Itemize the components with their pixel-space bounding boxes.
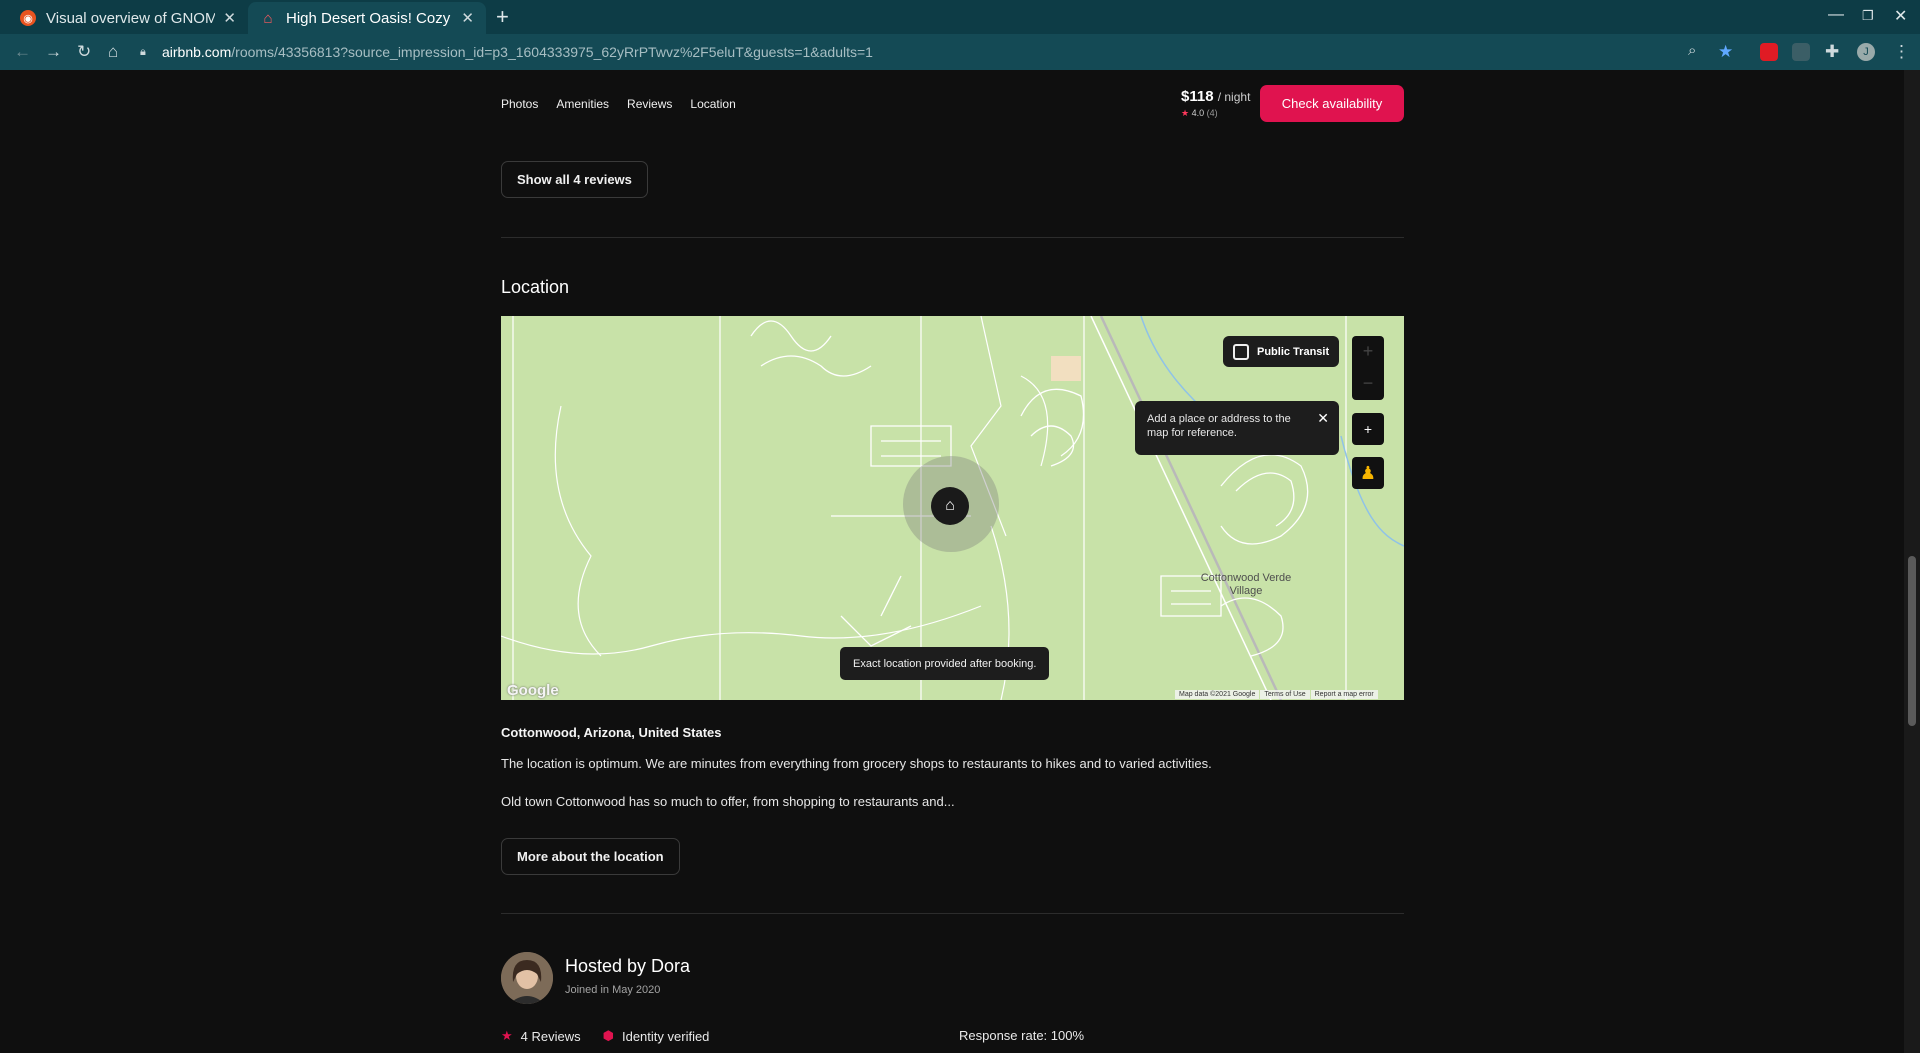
sticky-subnav: Photos Amenities Reviews Location $118 /… — [501, 70, 1404, 136]
transit-checkbox[interactable] — [1233, 343, 1249, 360]
subnav-location[interactable]: Location — [690, 97, 735, 111]
window-close-icon[interactable]: ✕ — [1894, 6, 1907, 26]
extension-icon[interactable] — [1760, 43, 1778, 61]
profile-avatar[interactable]: J — [1857, 43, 1875, 61]
rating-value: 4.0 — [1191, 108, 1205, 118]
url-host: airbnb.com — [162, 44, 232, 60]
zoom-icon[interactable]: ⌕ — [1688, 42, 1696, 59]
tab-bar: ◉ Visual overview of GNOM ✕ ⌂ High Deser… — [0, 0, 1920, 34]
map-data-credit: Map data ©2021 Google — [1175, 690, 1260, 699]
new-tab-icon[interactable]: + — [496, 4, 509, 30]
subnav-reviews[interactable]: Reviews — [627, 97, 672, 111]
subnav-amenities[interactable]: Amenities — [556, 97, 609, 111]
location-heading: Location — [501, 277, 570, 297]
host-reviews: 4 Reviews — [520, 1028, 581, 1044]
tab-title: High Desert Oasis! Cozy h — [286, 9, 454, 27]
per-night-label: / night — [1217, 90, 1251, 104]
avatar-image — [501, 952, 553, 1004]
public-transit-toggle[interactable]: Public Transit — [1223, 336, 1340, 367]
zoom-in-icon[interactable]: + — [1352, 336, 1384, 368]
tab-airbnb-listing[interactable]: ⌂ High Desert Oasis! Cozy h ✕ — [248, 2, 486, 34]
minimize-icon[interactable]: — — [1828, 6, 1844, 24]
scrollbar-thumb[interactable] — [1908, 556, 1916, 726]
address-bar[interactable]: 🔒︎ airbnb.com/rooms/43356813?source_impr… — [140, 38, 1720, 66]
add-place-button[interactable]: + — [1352, 413, 1384, 445]
host-name: Hosted by Dora — [565, 956, 691, 976]
menu-icon[interactable]: ⋮ — [1893, 42, 1910, 62]
check-availability-button[interactable]: Check availability — [1260, 85, 1404, 122]
tooltip-text: Add a place or address to the map for re… — [1147, 413, 1291, 439]
close-tab-icon[interactable]: ✕ — [223, 9, 236, 27]
url-path: /rooms/43356813?source_impression_id=p3_… — [231, 44, 873, 60]
google-logo: Google — [507, 682, 559, 699]
report-map-error-link[interactable]: Report a map error — [1310, 690, 1378, 699]
host-avatar[interactable] — [501, 952, 553, 1004]
tab-title: Visual overview of GNOM — [46, 9, 216, 27]
page-scrollbar[interactable] — [1904, 70, 1920, 1053]
location-description-more: Old town Cottonwood has so much to offer… — [501, 794, 955, 809]
close-icon[interactable]: ✕ — [1317, 411, 1329, 425]
home-icon[interactable]: ⌂ — [108, 42, 118, 62]
more-about-location-button[interactable]: More about the location — [501, 838, 680, 875]
back-icon[interactable]: ← — [14, 42, 31, 62]
host-stats: ★ 4 Reviews ⬢ Identity verified — [501, 1028, 709, 1044]
extension-icon[interactable] — [1792, 43, 1810, 61]
divider — [501, 237, 1404, 238]
divider — [501, 913, 1404, 914]
home-marker-icon[interactable]: ⌂ — [931, 487, 969, 525]
zoom-out-icon[interactable]: − — [1352, 368, 1384, 400]
tab-gnome-overview[interactable]: ◉ Visual overview of GNOM ✕ — [8, 2, 248, 34]
response-rate: Response rate: 100% — [959, 1028, 1085, 1043]
reload-icon[interactable]: ↻ — [77, 42, 91, 62]
airbnb-icon: ⌂ — [263, 9, 273, 27]
host-joined: Joined in May 2020 — [565, 984, 661, 996]
location-map[interactable]: Public Transit + − Add a place or addres… — [501, 316, 1404, 700]
map-footer: Map data ©2021 Google Terms of Use Repor… — [1175, 690, 1378, 699]
price-value: $118 — [1181, 88, 1214, 105]
add-place-tooltip: Add a place or address to the map for re… — [1135, 401, 1339, 455]
maximize-icon[interactable]: ❐ — [1862, 8, 1874, 24]
transit-label: Public Transit — [1257, 345, 1330, 358]
ubuntu-icon: ◉ — [20, 10, 36, 26]
extensions-puzzle-icon[interactable]: ✚ — [1825, 42, 1839, 62]
rating-count: (4) — [1206, 108, 1218, 118]
place-label: Cottonwood Verde Village — [1200, 572, 1292, 597]
show-all-reviews-button[interactable]: Show all 4 reviews — [501, 161, 648, 198]
bookmark-star-icon[interactable]: ★ — [1718, 42, 1733, 62]
lock-icon: 🔒︎ — [140, 46, 146, 58]
page-content: Photos Amenities Reviews Location $118 /… — [0, 70, 1904, 1053]
location-description: The location is optimum. We are minutes … — [501, 756, 1212, 771]
browser-toolbar: ← → ↻ ⌂ 🔒︎ airbnb.com/rooms/43356813?sou… — [0, 34, 1920, 70]
location-name: Cottonwood, Arizona, United States — [501, 725, 722, 740]
subnav-photos[interactable]: Photos — [501, 97, 538, 111]
rating-summary: ★ 4.0 (4) — [1181, 108, 1218, 119]
street-view-pegman-icon[interactable]: ♟ — [1352, 457, 1384, 489]
exact-location-notice: Exact location provided after booking. — [840, 647, 1050, 680]
forward-icon[interactable]: → — [45, 42, 62, 62]
verified-shield-icon: ⬢ — [602, 1028, 614, 1043]
close-tab-icon[interactable]: ✕ — [461, 9, 474, 27]
nightly-price: $118 / night — [1181, 88, 1250, 105]
terms-of-use-link[interactable]: Terms of Use — [1260, 690, 1310, 699]
identity-verified: Identity verified — [621, 1028, 710, 1044]
star-icon: ★ — [1181, 108, 1190, 118]
star-icon: ★ — [501, 1028, 513, 1043]
zoom-controls: + − — [1352, 336, 1384, 400]
